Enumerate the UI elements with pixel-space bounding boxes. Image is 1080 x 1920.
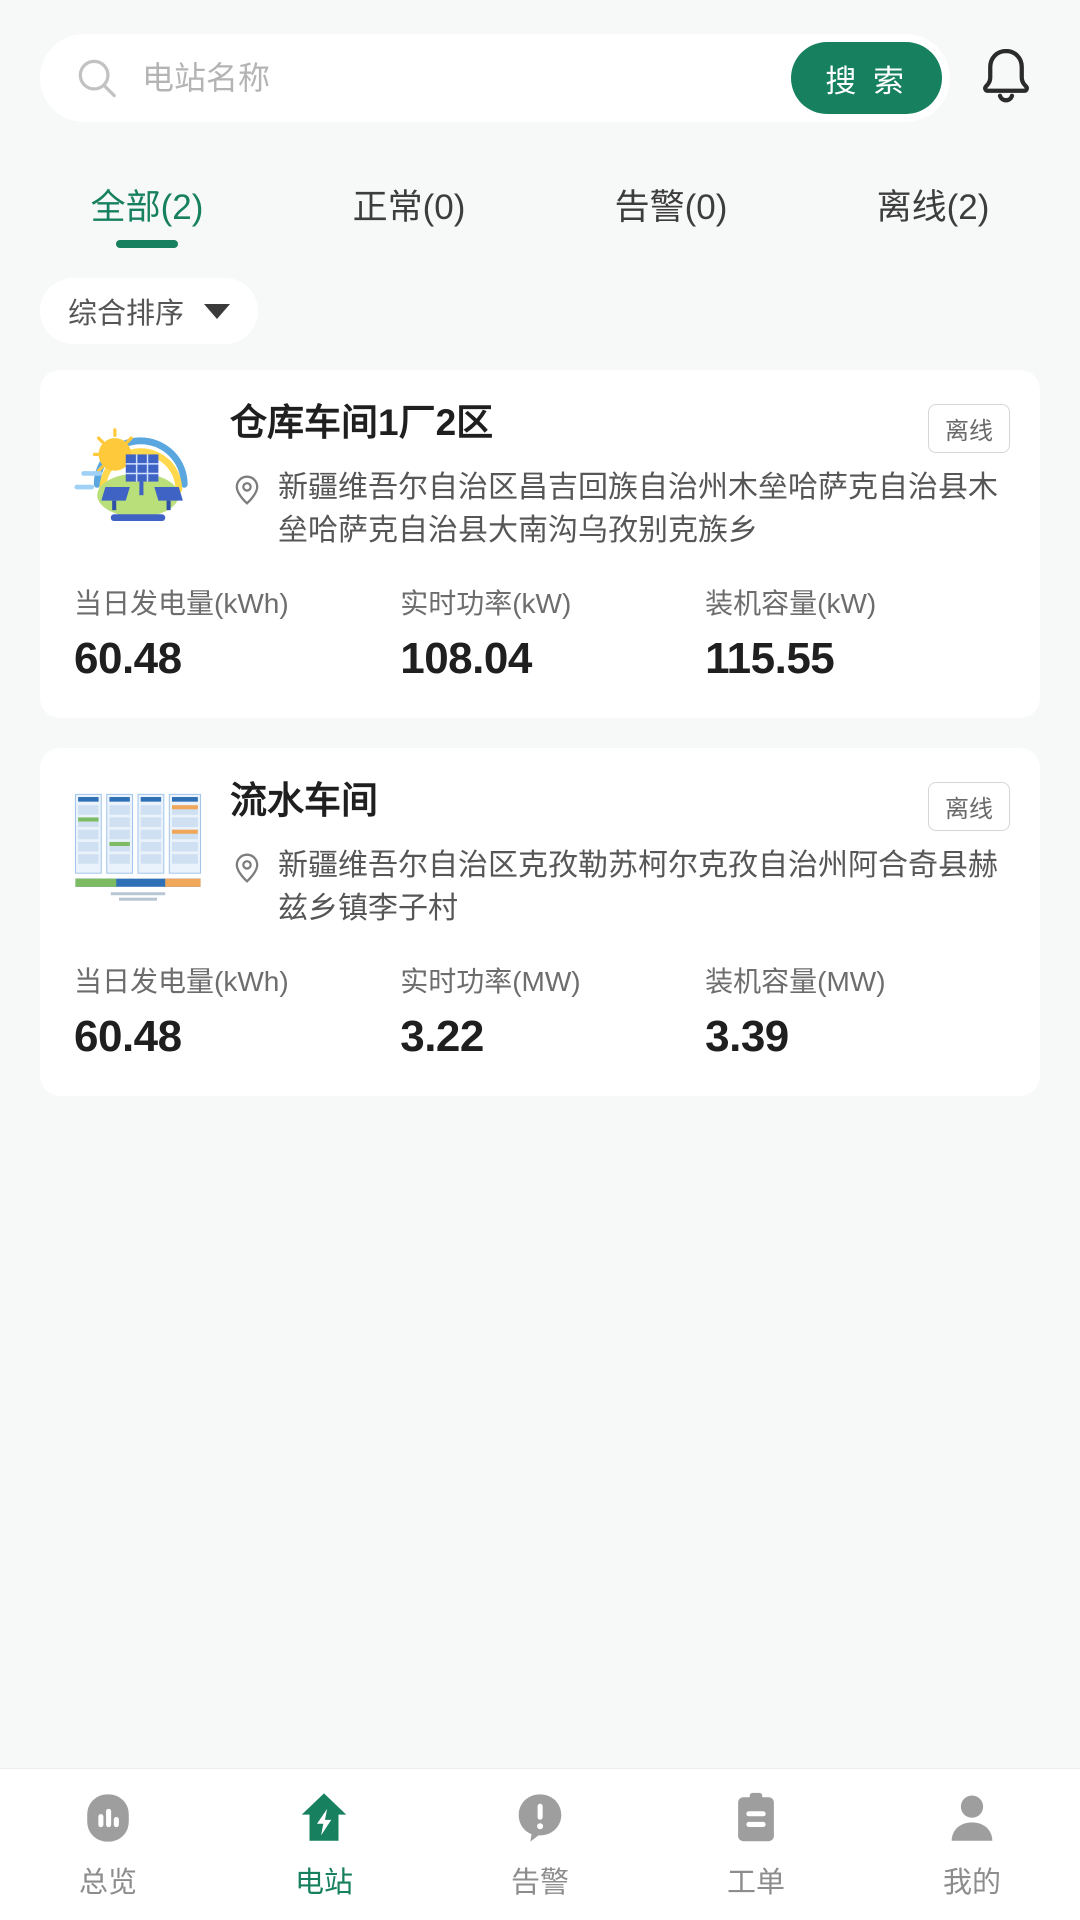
metric-value: 3.39 xyxy=(705,1012,789,1062)
diagram-thumbnail xyxy=(70,786,206,907)
nav-item-overview[interactable]: 总览 xyxy=(0,1789,216,1901)
metric-daily-generation: 当日发电量(kWh) 60.48 xyxy=(74,582,400,684)
station-card[interactable]: 仓库车间1厂2区 离线 新疆维吾尔自治区昌吉回族自治州木垒哈萨克自治县木垒哈萨克… xyxy=(40,370,1040,719)
metric-value: 108.04 xyxy=(400,634,532,684)
nav-label: 告警 xyxy=(510,1866,569,1899)
tab-normal[interactable]: 正常(0) xyxy=(278,179,540,248)
station-list-screen: 搜 索 全部(2) 正常(0) 告警(0) 离线(2) 综合排序 xyxy=(0,0,1080,1920)
station-metrics: 当日发电量(kWh) 60.48 实时功率(kW) 108.04 装机容量(kW… xyxy=(70,582,1010,684)
metric-label: 实时功率(kW) xyxy=(400,588,572,620)
bottom-navigation: 总览 电站 告警 工单 我的 xyxy=(0,1768,1080,1920)
metric-installed-capacity: 装机容量(kW) 115.55 xyxy=(705,582,1010,684)
nav-label: 我的 xyxy=(942,1866,1001,1899)
station-card-header: 仓库车间1厂2区 离线 新疆维吾尔自治区昌吉回族自治州木垒哈萨克自治县木垒哈萨克… xyxy=(70,400,1010,552)
active-tab-underline xyxy=(116,240,178,248)
station-card-header: 流水车间 离线 新疆维吾尔自治区克孜勒苏柯尔克孜自治州阿合奇县赫兹乡镇李子村 xyxy=(70,778,1010,930)
station-address-row: 新疆维吾尔自治区昌吉回族自治州木垒哈萨克自治县木垒哈萨克自治县大南沟乌孜别克族乡 xyxy=(230,467,1010,552)
chevron-down-icon xyxy=(204,303,231,319)
metric-label: 当日发电量(kWh) xyxy=(74,588,289,620)
alarm-exclamation-icon xyxy=(518,1793,562,1842)
station-title-row: 仓库车间1厂2区 离线 xyxy=(230,400,1010,453)
search-icon xyxy=(78,59,116,98)
status-filter-tabs: 全部(2) 正常(0) 告警(0) 离线(2) xyxy=(0,152,1080,248)
station-card-list: 仓库车间1厂2区 离线 新疆维吾尔自治区昌吉回族自治州木垒哈萨克自治县木垒哈萨克… xyxy=(0,344,1080,1097)
metric-value: 60.48 xyxy=(74,634,182,684)
station-name: 仓库车间1厂2区 xyxy=(230,402,494,443)
tab-offline[interactable]: 离线(2) xyxy=(802,179,1064,248)
tab-label: 全部(2) xyxy=(90,188,204,227)
metric-installed-capacity: 装机容量(MW) 3.39 xyxy=(705,960,1010,1062)
location-pin-icon xyxy=(235,853,259,884)
nav-label: 电站 xyxy=(294,1866,353,1899)
station-card-body: 流水车间 离线 新疆维吾尔自治区克孜勒苏柯尔克孜自治州阿合奇县赫兹乡镇李子村 xyxy=(230,778,1010,930)
nav-item-profile[interactable]: 我的 xyxy=(864,1789,1080,1901)
station-title-row: 流水车间 离线 xyxy=(230,778,1010,832)
station-card-body: 仓库车间1厂2区 离线 新疆维吾尔自治区昌吉回族自治州木垒哈萨克自治县木垒哈萨克… xyxy=(230,400,1010,552)
station-name: 流水车间 xyxy=(230,780,378,822)
status-badge: 离线 xyxy=(928,782,1010,832)
metric-daily-generation: 当日发电量(kWh) 60.48 xyxy=(74,960,400,1062)
location-pin-icon xyxy=(235,475,259,505)
work-order-clipboard-icon xyxy=(738,1792,774,1841)
tab-label: 告警(0) xyxy=(614,188,728,227)
search-bar[interactable]: 搜 索 xyxy=(40,34,950,122)
tab-all[interactable]: 全部(2) xyxy=(16,179,278,248)
nav-item-work-order[interactable]: 工单 xyxy=(648,1789,864,1901)
metric-value: 3.22 xyxy=(400,1012,484,1062)
station-address: 新疆维吾尔自治区克孜勒苏柯尔克孜自治州阿合奇县赫兹乡镇李子村 xyxy=(278,849,998,925)
sort-label: 综合排序 xyxy=(68,298,185,330)
search-button[interactable]: 搜 索 xyxy=(791,42,942,114)
tab-label: 离线(2) xyxy=(876,188,990,227)
status-badge: 离线 xyxy=(928,404,1010,453)
nav-item-station[interactable]: 电站 xyxy=(216,1789,432,1901)
metric-realtime-power: 实时功率(kW) 108.04 xyxy=(400,582,705,684)
search-header: 搜 索 xyxy=(0,0,1080,122)
station-card[interactable]: 流水车间 离线 新疆维吾尔自治区克孜勒苏柯尔克孜自治州阿合奇县赫兹乡镇李子村 当… xyxy=(40,748,1040,1097)
bell-icon[interactable] xyxy=(976,44,1036,112)
metric-value: 60.48 xyxy=(74,1012,182,1062)
metric-label: 装机容量(MW) xyxy=(705,966,886,998)
tab-alarm[interactable]: 告警(0) xyxy=(540,179,802,248)
station-metrics: 当日发电量(kWh) 60.48 实时功率(MW) 3.22 装机容量(MW) … xyxy=(70,960,1010,1062)
metric-label: 装机容量(kW) xyxy=(705,588,877,620)
solar-plant-illustration xyxy=(74,428,188,522)
metric-label: 实时功率(MW) xyxy=(400,966,581,998)
metric-value: 115.55 xyxy=(705,634,835,684)
metric-realtime-power: 实时功率(MW) 3.22 xyxy=(400,960,705,1062)
nav-label: 总览 xyxy=(78,1866,137,1899)
profile-person-icon xyxy=(951,1795,993,1841)
search-input[interactable] xyxy=(142,59,792,97)
station-address: 新疆维吾尔自治区昌吉回族自治州木垒哈萨克自治县木垒哈萨克自治县大南沟乌孜别克族乡 xyxy=(278,471,998,547)
power-station-bolt-icon xyxy=(301,1792,347,1841)
metric-label: 当日发电量(kWh) xyxy=(74,966,289,998)
station-address-row: 新疆维吾尔自治区克孜勒苏柯尔克孜自治州阿合奇县赫兹乡镇李子村 xyxy=(230,845,1010,930)
sort-dropdown[interactable]: 综合排序 xyxy=(40,278,259,344)
tab-label: 正常(0) xyxy=(352,188,466,227)
sort-row: 综合排序 xyxy=(0,248,1080,344)
nav-item-alarm[interactable]: 告警 xyxy=(432,1789,648,1901)
overview-bars-icon xyxy=(87,1793,129,1842)
nav-label: 工单 xyxy=(726,1866,785,1899)
